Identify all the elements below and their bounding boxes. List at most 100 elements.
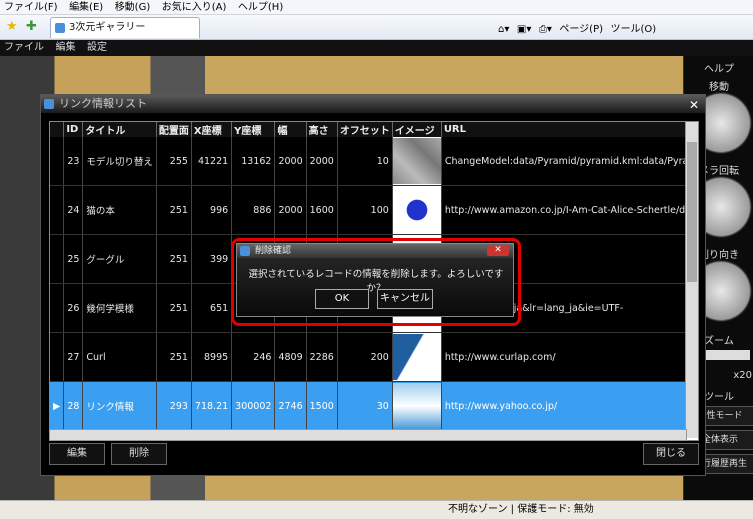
id-cell: 28 — [63, 381, 84, 431]
y-cell: 886 — [231, 185, 276, 235]
id-cell: 27 — [63, 332, 84, 382]
url-cell: ChangeModel:data/Pyramid/pyramid.kml:dat… — [441, 137, 698, 186]
close-button[interactable]: 閉じる — [643, 443, 699, 465]
width-cell: 4809 — [274, 332, 307, 382]
x-cell: 8995 — [191, 332, 233, 382]
width-cell: 2746 — [274, 381, 307, 431]
menu-favorites[interactable]: お気に入り(A) — [158, 1, 231, 15]
zoom-slider[interactable] — [702, 350, 750, 360]
y-cell: 246 — [231, 332, 276, 382]
window-titlebar[interactable]: リンク情報リスト ✕ — [41, 95, 705, 113]
print-icon[interactable]: ⎙▾ — [539, 24, 552, 35]
offset-cell: 30 — [337, 381, 393, 431]
title-cell: グーグル — [82, 234, 157, 284]
id-cell: 23 — [63, 137, 84, 186]
window-app-icon — [44, 99, 54, 109]
table-row[interactable]: 27 Curl 251 8995 246 4809 2286 200 http://www.cu… — [50, 332, 698, 382]
row-marker-header — [50, 122, 65, 137]
tools-menu[interactable]: ツール(O) — [611, 24, 657, 35]
row-marker — [50, 137, 65, 186]
column-header[interactable]: イメージ — [392, 122, 442, 137]
vertical-scrollbar[interactable] — [685, 122, 698, 438]
dialog-message: 選択されているレコードの情報を削除します。よろしいですか？ — [248, 269, 504, 294]
window-close-icon[interactable]: ✕ — [689, 96, 699, 114]
offset-cell: 200 — [337, 332, 393, 382]
menu-file[interactable]: ファイル(F) — [0, 1, 62, 15]
help-label[interactable]: ヘルプ — [684, 60, 753, 75]
table-row[interactable]: 24 猫の本 251 996 886 2000 1600 100 http://www.amaz… — [50, 185, 698, 235]
row-marker: ▶ — [50, 381, 65, 431]
menu-edit[interactable]: 編集(E) — [65, 1, 107, 15]
feeds-icon[interactable]: ▣▾ — [517, 24, 531, 35]
menu-help[interactable]: ヘルプ(H) — [234, 1, 287, 15]
column-header[interactable]: 高さ — [306, 122, 338, 137]
app-menu-edit[interactable]: 編集 — [52, 40, 80, 56]
image-cell — [392, 137, 442, 186]
image-cell — [392, 185, 442, 235]
column-header[interactable]: X座標 — [191, 122, 233, 137]
face-cell: 251 — [156, 234, 192, 284]
app-menu-file[interactable]: ファイル — [0, 40, 48, 56]
column-header[interactable]: オフセット — [337, 122, 393, 137]
x-cell: 399 — [191, 234, 233, 284]
menu-go[interactable]: 移動(G) — [111, 1, 155, 15]
image-thumbnail — [392, 187, 441, 233]
dialog-titlebar[interactable]: 削除確認 ✕ — [237, 244, 513, 258]
row-marker — [50, 234, 65, 284]
row-marker — [50, 185, 65, 235]
scrollbar-thumb[interactable] — [687, 142, 697, 282]
home-icon[interactable]: ⌂▾ — [498, 24, 509, 35]
app-menu-settings[interactable]: 設定 — [83, 40, 111, 56]
title-cell: Curl — [82, 332, 157, 382]
width-cell: 2000 — [274, 137, 307, 186]
column-header[interactable]: Y座標 — [231, 122, 276, 137]
zoom-value: x20 — [733, 370, 752, 381]
delete-button[interactable]: 削除 — [111, 443, 167, 465]
browser-tab[interactable]: 3次元ギャラリー — [50, 17, 200, 38]
dialog-close-icon[interactable]: ✕ — [487, 245, 509, 256]
face-cell: 251 — [156, 185, 192, 235]
browser-menubar: ファイル(F) 編集(E) 移動(G) お気に入り(A) ヘルプ(H) — [0, 0, 753, 15]
offset-cell: 100 — [337, 185, 393, 235]
title-cell: モデル切り替え — [82, 137, 157, 186]
cancel-button[interactable]: キャンセル — [377, 289, 433, 309]
x-cell: 651 — [191, 283, 233, 333]
row-marker — [50, 332, 65, 382]
url-cell: http://www.curlap.com/ — [441, 332, 698, 382]
tab-title: 3次元ギャラリー — [69, 22, 146, 33]
url-cell: http://www.amazon.co.jp/I-Am-Cat-Alice-S… — [441, 185, 698, 235]
column-header[interactable]: URL — [441, 122, 698, 137]
title-cell: リンク情報 — [82, 381, 157, 431]
table-row[interactable]: ▶ 28 リンク情報 293 718.21 300002 2746 1500 30 http://… — [50, 381, 698, 431]
move-label: 移動 — [709, 82, 729, 93]
page-menu[interactable]: ページ(P) — [559, 24, 603, 35]
table-row[interactable]: 23 モデル切り替え 255 41221 13162 2000 2000 10 ChangeMo… — [50, 137, 698, 186]
column-header[interactable]: ID — [63, 122, 84, 137]
column-header[interactable]: 幅 — [274, 122, 307, 137]
command-bar: ⌂▾ ▣▾ ⎙▾ ページ(P) ツール(O) — [494, 20, 752, 35]
table-header: ID タイトル 配置面 X座標 Y座標 幅 高さ オフセット イメージ URL — [50, 122, 698, 137]
security-zone-status: 不明なゾーン | 保護モード: 無効 — [448, 504, 594, 515]
status-bar: 不明なゾーン | 保護モード: 無効 — [0, 500, 753, 519]
image-cell — [392, 332, 442, 382]
height-cell: 1600 — [306, 185, 338, 235]
delete-confirm-dialog: 削除確認 ✕ 選択されているレコードの情報を削除します。よろしいですか？ OK … — [236, 243, 514, 317]
title-cell: 猫の本 — [82, 185, 157, 235]
height-cell: 1500 — [306, 381, 338, 431]
row-marker — [50, 283, 65, 333]
face-cell: 293 — [156, 381, 192, 431]
column-header[interactable]: タイトル — [82, 122, 157, 137]
add-favorite-icon[interactable]: ✚ — [26, 19, 37, 34]
dialog-title: 削除確認 — [255, 246, 292, 256]
column-header[interactable]: 配置面 — [156, 122, 192, 137]
ok-button[interactable]: OK — [315, 289, 369, 309]
x-cell: 718.21 — [191, 381, 233, 431]
image-cell — [392, 381, 442, 431]
y-cell: 300002 — [231, 381, 276, 431]
horizontal-scrollbar[interactable] — [49, 429, 687, 441]
image-thumbnail — [392, 383, 441, 429]
edit-button[interactable]: 編集 — [49, 443, 105, 465]
favorites-star-icon[interactable]: ★ — [6, 19, 18, 34]
x-cell: 996 — [191, 185, 233, 235]
image-thumbnail — [392, 334, 441, 380]
